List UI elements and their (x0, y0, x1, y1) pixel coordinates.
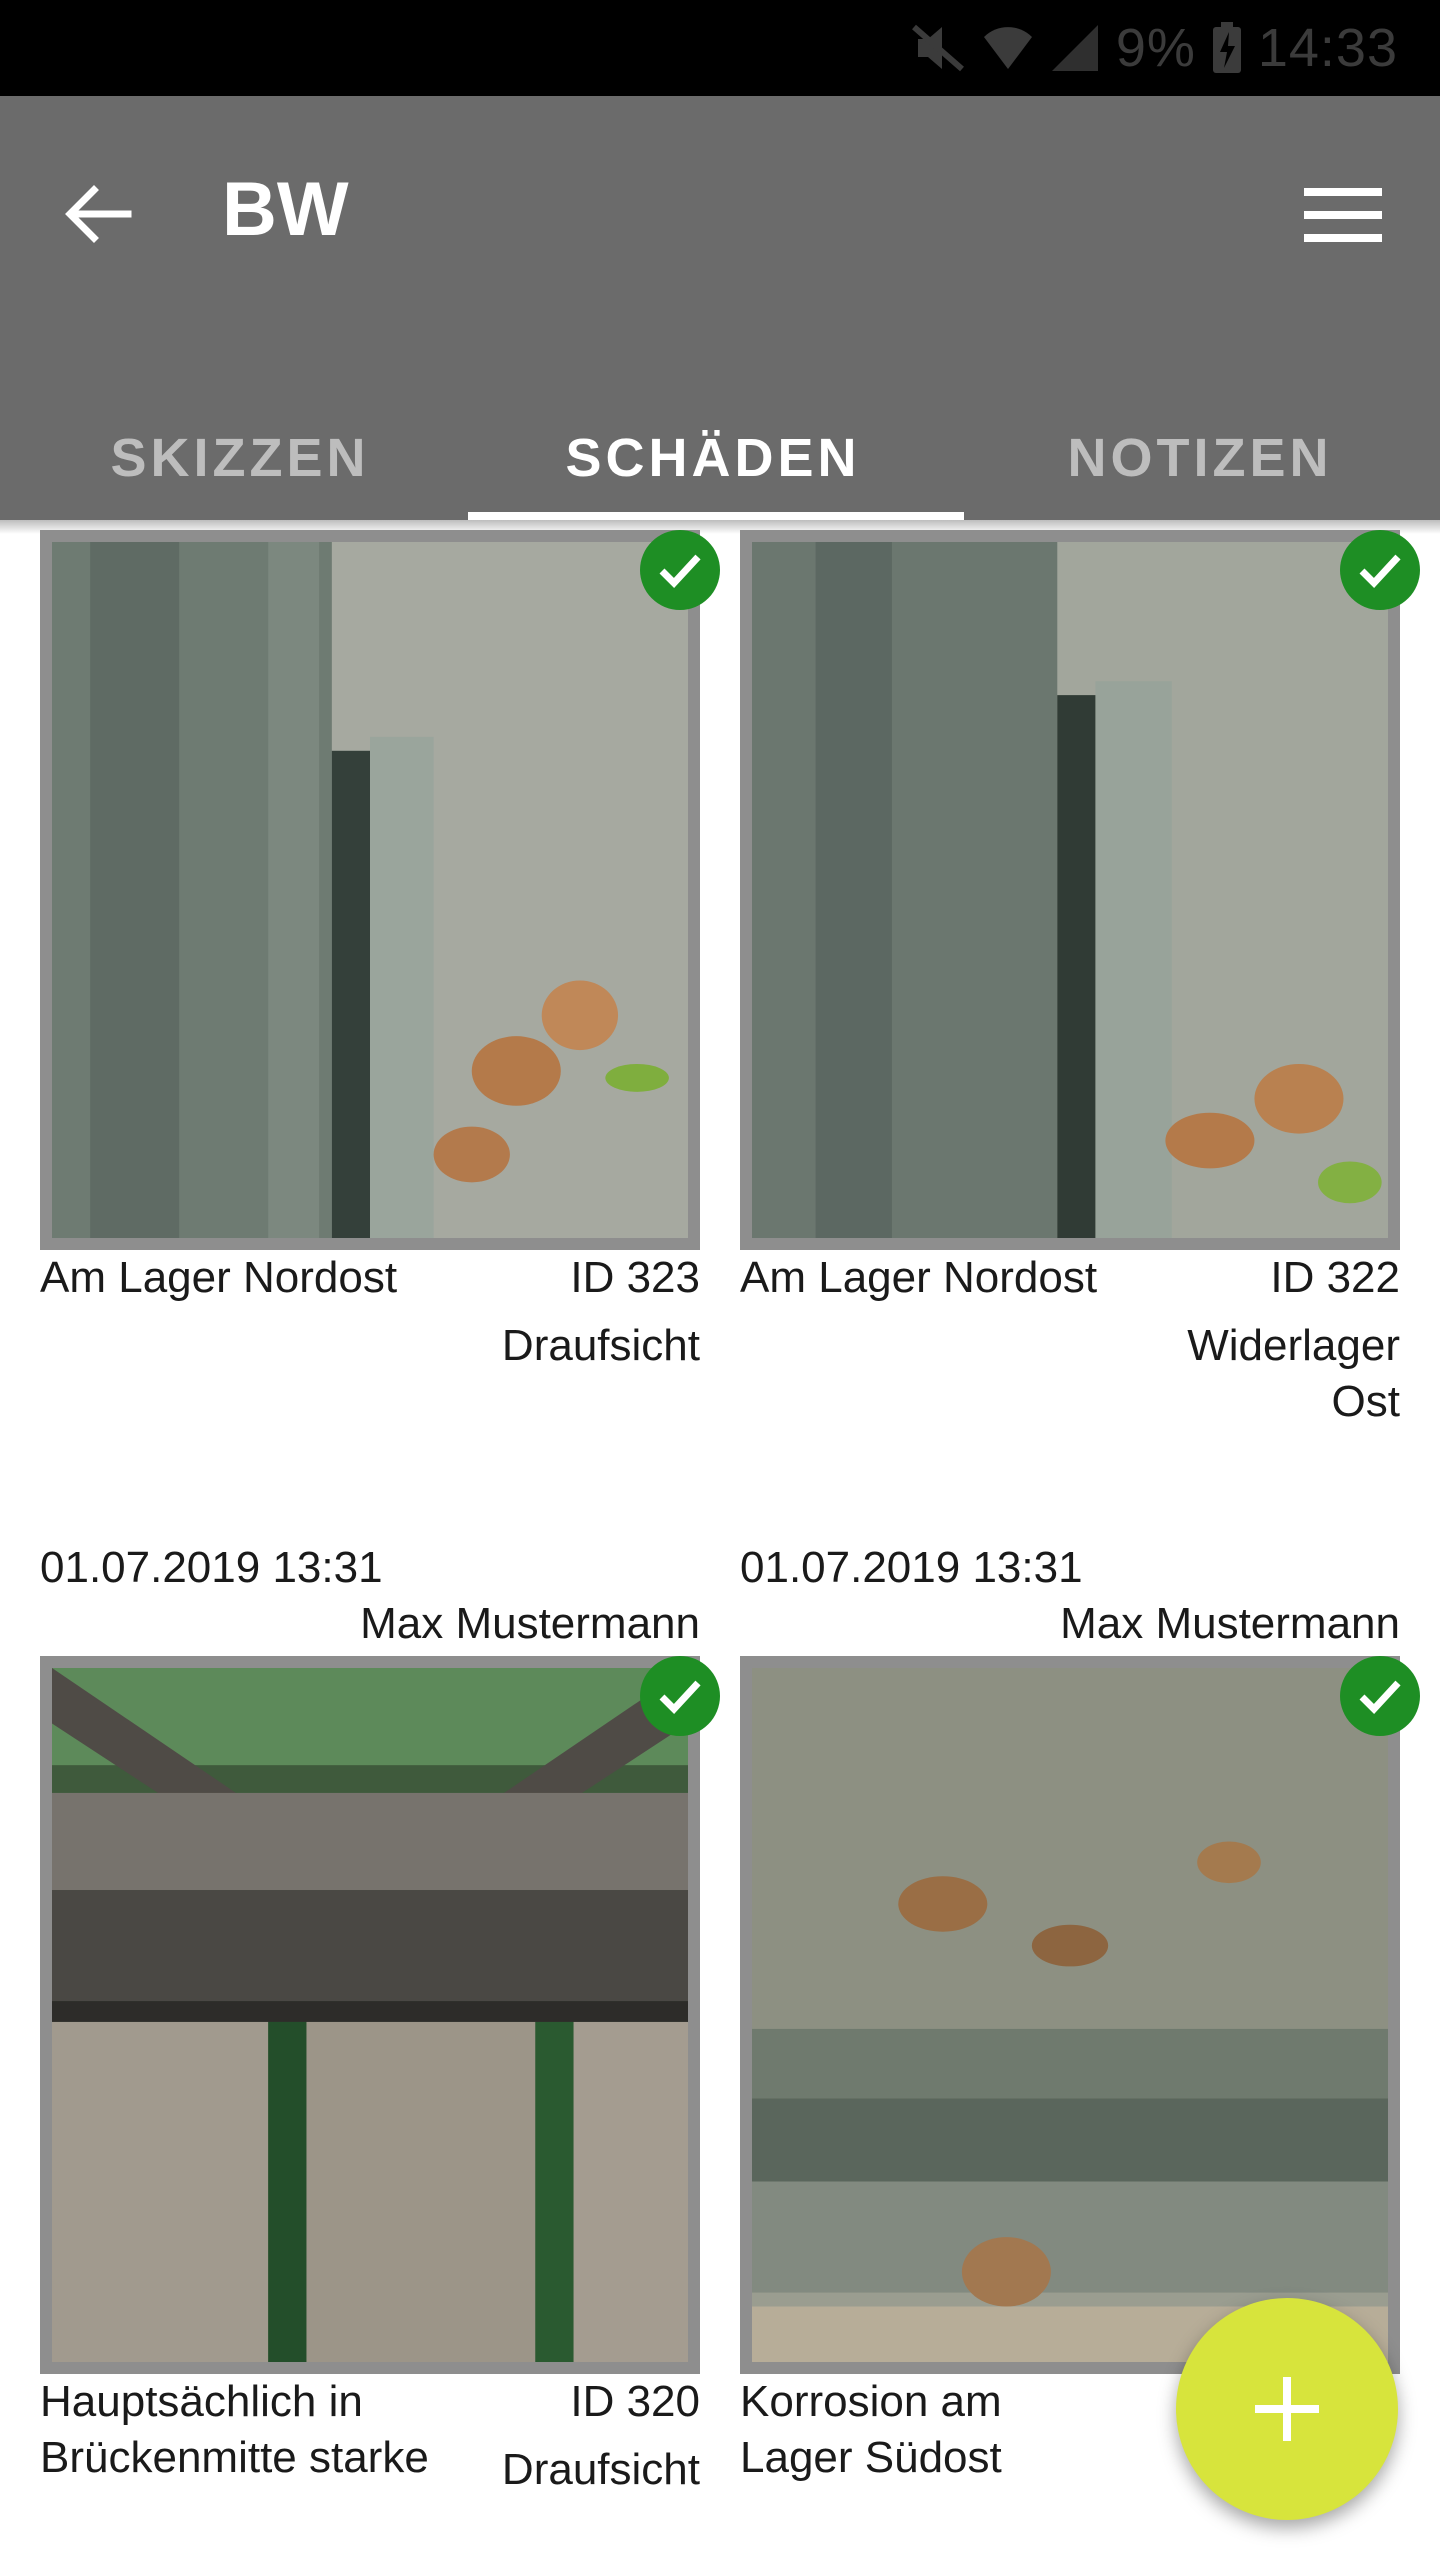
status-icons: 9% 14:33 (910, 18, 1398, 78)
arrow-back-icon (65, 185, 132, 243)
damage-view: Draufsicht (501, 1321, 700, 1370)
damage-view: Widerlager Ost (1187, 1321, 1400, 1426)
clock: 14:33 (1257, 18, 1398, 78)
damage-title: Am Lager Nordost (740, 1253, 1098, 1302)
wifi-icon (982, 23, 1034, 73)
tab-notizen[interactable]: NOTIZEN (960, 396, 1440, 520)
hamburger-menu-icon (1304, 188, 1382, 242)
damage-photo-frame (40, 530, 700, 1250)
damage-title: Korrosion am Lager Südost (740, 2377, 1002, 2482)
status-bar: 9% 14:33 (0, 0, 1440, 96)
damage-photo (752, 542, 1388, 1238)
check-icon (1340, 530, 1420, 610)
damage-photo-frame (740, 1656, 1400, 2374)
menu-button[interactable] (1300, 180, 1386, 250)
damage-date: 01.07.2019 13:31 (740, 1543, 1083, 1592)
add-damage-button[interactable] (1176, 2298, 1398, 2520)
damage-date: 01.07.2019 13:31 (40, 1543, 383, 1592)
damage-photo (52, 1668, 688, 2362)
damage-author: Max Mustermann (360, 1599, 700, 1648)
check-icon (640, 530, 720, 610)
tab-bar: SKIZZEN SCHÄDEN NOTIZEN (0, 396, 1440, 520)
damage-photo (52, 542, 688, 1238)
damage-view: Draufsicht (501, 2445, 700, 2494)
damage-id: ID 320 (570, 2377, 700, 2426)
signal-icon (1050, 23, 1100, 73)
battery-percentage: 9% (1115, 18, 1196, 78)
damage-photo-frame (40, 1656, 700, 2374)
plus-icon (1255, 2377, 1319, 2441)
damage-photo-frame (740, 530, 1400, 1250)
tab-schaeden[interactable]: SCHÄDEN (473, 396, 953, 520)
damage-id: ID 322 (1270, 1253, 1400, 1302)
tab-skizzen[interactable]: SKIZZEN (0, 396, 480, 520)
active-tab-indicator (468, 512, 964, 520)
damage-author: Max Mustermann (1060, 1599, 1400, 1648)
check-icon (1340, 1656, 1420, 1736)
app-bar: BW SKIZZEN SCHÄDEN NOTIZEN (0, 96, 1440, 520)
damage-title: Am Lager Nordost (40, 1253, 398, 1302)
check-icon (640, 1656, 720, 1736)
battery-charging-icon (1212, 22, 1242, 74)
page-title: BW (222, 167, 349, 252)
mute-icon (910, 23, 966, 73)
damage-id: ID 323 (570, 1253, 700, 1302)
back-button[interactable] (58, 174, 138, 254)
damage-photo (752, 1668, 1388, 2362)
